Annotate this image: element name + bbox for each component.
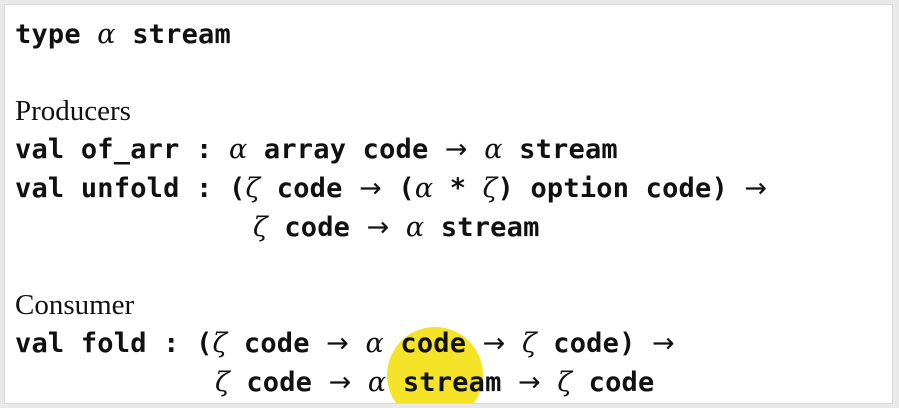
- type-text: code: [284, 212, 351, 243]
- unfold-signature-line1: val unfold : (ζ code → (α * ζ) option co…: [15, 171, 767, 207]
- type-name: stream: [132, 19, 231, 50]
- unfold-signature-line2: ζ code → α stream: [253, 210, 540, 246]
- paren-close: ): [497, 173, 514, 204]
- paren-open: (: [228, 173, 246, 204]
- zeta-symbol: ζ: [215, 367, 230, 398]
- type-text: code: [276, 173, 343, 204]
- of-arr-signature: val of_arr : α array code → α stream: [15, 132, 618, 168]
- zeta-symbol: ζ: [557, 367, 573, 398]
- type-text: code: [243, 328, 310, 359]
- type-declaration: type α stream: [15, 17, 231, 53]
- keyword-val: val: [15, 173, 65, 204]
- arrow-symbol: →: [652, 328, 675, 359]
- arrow-symbol: →: [482, 328, 506, 359]
- colon: :: [163, 328, 180, 359]
- zeta-symbol: ζ: [482, 173, 498, 204]
- zeta-symbol: ζ: [521, 328, 537, 359]
- colon: :: [196, 134, 213, 165]
- arrow-symbol: →: [326, 328, 349, 359]
- type-text: code): [553, 328, 636, 359]
- zeta-symbol: ζ: [245, 173, 261, 204]
- type-text: array code: [263, 134, 429, 165]
- function-name: of_arr: [80, 134, 180, 165]
- zeta-symbol: ζ: [212, 328, 228, 359]
- zeta-symbol: ζ: [253, 212, 268, 243]
- alpha-symbol: α: [228, 134, 248, 165]
- alpha-symbol: α: [414, 173, 434, 204]
- producers-heading: Producers: [15, 95, 131, 127]
- paren-open: (: [398, 173, 415, 204]
- alpha-symbol: α: [484, 134, 503, 165]
- fold-signature-line2: ζ code → α stream → ζ code: [215, 365, 654, 401]
- star-symbol: *: [449, 173, 467, 204]
- alpha-symbol: α: [97, 19, 116, 50]
- type-text: stream: [440, 212, 540, 243]
- alpha-symbol: α: [405, 212, 425, 243]
- keyword-type: type: [15, 19, 81, 50]
- type-text: code: [400, 328, 467, 359]
- arrow-symbol: →: [744, 173, 768, 204]
- paren-open: (: [196, 328, 213, 359]
- function-name: fold: [80, 328, 147, 359]
- arrow-symbol: →: [518, 367, 541, 398]
- colon: :: [196, 173, 213, 204]
- keyword-val: val: [15, 328, 65, 359]
- alpha-symbol: α: [367, 367, 387, 398]
- type-text: option code): [530, 173, 728, 204]
- function-name: unfold: [80, 173, 180, 204]
- fold-signature-line1: val fold : (ζ code → α code → ζ code) →: [15, 326, 675, 362]
- arrow-symbol: →: [366, 212, 390, 243]
- arrow-symbol: →: [359, 173, 382, 204]
- arrow-symbol: →: [328, 367, 352, 398]
- keyword-val: val: [15, 134, 65, 165]
- type-text: stream: [519, 134, 618, 165]
- slide: type α stream Producers val of_arr : α a…: [4, 4, 893, 404]
- consumer-heading: Consumer: [15, 289, 135, 321]
- alpha-symbol: α: [365, 328, 384, 359]
- type-text: code: [588, 367, 655, 398]
- type-text: code: [246, 367, 313, 398]
- arrow-symbol: →: [444, 134, 468, 165]
- type-text: stream: [402, 367, 502, 398]
